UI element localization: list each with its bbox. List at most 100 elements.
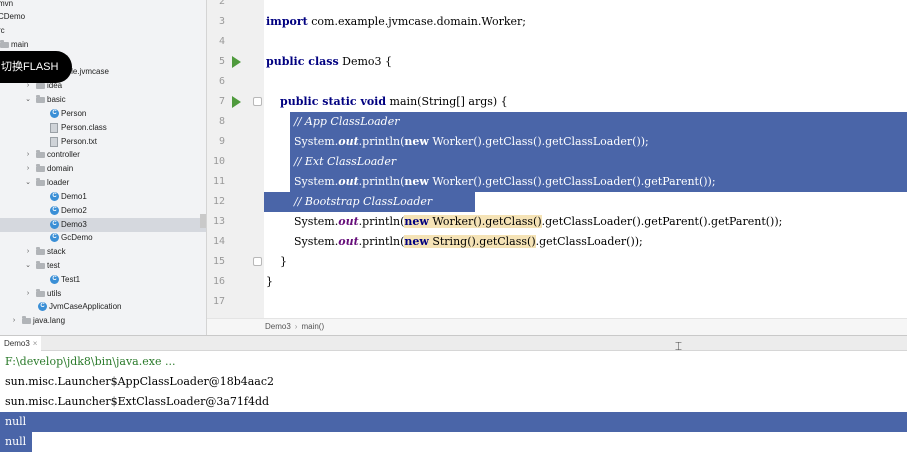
code-line[interactable]: // Bootstrap ClassLoader xyxy=(266,192,432,212)
chevron-down-icon[interactable]: ⌄ xyxy=(24,93,32,107)
tree-item[interactable]: ⌄ test xyxy=(0,259,206,273)
tree-item[interactable]: › stack xyxy=(0,245,206,259)
code-token: com.example.jvmcase.domain.Worker; xyxy=(307,15,526,28)
tree-item-label: loader xyxy=(47,178,70,187)
chevron-right-icon[interactable]: › xyxy=(24,287,32,301)
java-class-icon: C xyxy=(50,275,59,284)
line-number: 16 xyxy=(212,276,225,287)
chevron-right-icon[interactable]: › xyxy=(24,148,32,162)
code-line[interactable]: // Ext ClassLoader xyxy=(266,152,396,172)
line-number: 4 xyxy=(218,36,225,47)
tree-item[interactable]: C Demo2 xyxy=(0,204,206,218)
run-tab-bar: Demo3 × xyxy=(0,335,907,351)
breadcrumb: Demo3 › main() xyxy=(207,318,907,335)
run-tab-label: Demo3 xyxy=(4,339,30,348)
tree-item[interactable]: ⌄ loader xyxy=(0,176,206,190)
keyword-token: new xyxy=(404,235,429,248)
tree-item-label: Demo1 xyxy=(61,192,87,201)
folder-icon xyxy=(36,178,45,186)
code-token: .getClassLoader().getParent().getParent(… xyxy=(541,215,783,228)
code-line[interactable]: import com.example.jvmcase.domain.Worker… xyxy=(266,12,526,32)
keyword-token: new xyxy=(404,215,429,228)
code-line[interactable]: public class Demo3 { xyxy=(266,52,392,72)
console-line: sun.misc.Launcher$ExtClassLoader@3a71f4d… xyxy=(5,395,270,408)
tree-item[interactable]: C Demo1 xyxy=(0,190,206,204)
line-number: 12 xyxy=(212,196,225,207)
tree-item[interactable]: › controller xyxy=(0,148,206,162)
breadcrumb-method[interactable]: main() xyxy=(301,322,324,331)
chevron-right-icon[interactable]: › xyxy=(24,162,32,176)
tree-item[interactable]: main xyxy=(0,38,206,52)
folder-icon xyxy=(0,40,9,48)
line-number: 5 xyxy=(218,56,225,67)
run-gutter-icon[interactable] xyxy=(232,56,241,68)
line-number: 3 xyxy=(218,16,225,27)
comment-token: // Bootstrap ClassLoader xyxy=(293,195,433,208)
tree-item[interactable]: C GcDemo xyxy=(0,231,206,245)
file-icon xyxy=(50,137,58,147)
tree-item[interactable]: ⌄ basic xyxy=(0,93,206,107)
run-tab-demo3[interactable]: Demo3 × xyxy=(0,336,42,351)
tree-item[interactable]: rc xyxy=(0,24,206,38)
folder-icon xyxy=(22,316,31,324)
code-token: Worker().getClass() xyxy=(428,215,542,228)
tree-item[interactable]: Person.txt xyxy=(0,135,206,149)
keyword-token: new xyxy=(404,135,429,148)
comment-token: // App ClassLoader xyxy=(293,115,400,128)
keyword-token: import xyxy=(266,15,308,28)
tree-item[interactable]: › domain xyxy=(0,162,206,176)
line-number: 6 xyxy=(218,76,225,87)
console-line: null xyxy=(0,432,32,452)
chevron-down-icon[interactable]: ⌄ xyxy=(24,176,32,190)
tree-item[interactable]: Person.class xyxy=(0,121,206,135)
code-editor[interactable]: import com.example.jvmcase.domain.Worker… xyxy=(264,0,907,318)
tree-item-label: Demo3 xyxy=(61,220,87,229)
close-icon[interactable]: × xyxy=(33,339,38,348)
code-token: Worker().getClass().getClassLoader()); xyxy=(428,135,649,148)
line-number: 10 xyxy=(212,156,225,167)
chevron-down-icon[interactable]: ⌄ xyxy=(24,259,32,273)
line-number: 17 xyxy=(212,296,225,307)
code-line[interactable]: System.out.println(new Worker().getClass… xyxy=(266,212,782,232)
run-console[interactable]: F:\develop\jdk8\bin\java.exe ... sun.misc… xyxy=(0,351,907,460)
flash-switch-badge[interactable]: 切换FLASH xyxy=(0,51,72,83)
tree-item[interactable]: C JvmCaseApplication xyxy=(0,300,206,314)
code-line[interactable]: } xyxy=(266,252,287,272)
fold-marker-icon[interactable] xyxy=(253,97,262,106)
chevron-right-icon[interactable]: › xyxy=(10,314,18,328)
code-line[interactable]: } xyxy=(266,272,273,292)
folder-icon xyxy=(36,261,45,269)
code-token: String().getClass() xyxy=(428,235,536,248)
code-line[interactable]: // App ClassLoader xyxy=(266,112,400,132)
tree-item-label: Person.class xyxy=(61,123,107,132)
java-class-icon: C xyxy=(50,109,59,118)
java-class-icon: C xyxy=(50,192,59,201)
breadcrumb-separator-icon: › xyxy=(294,322,298,331)
code-line[interactable]: System.out.println(new Worker().getClass… xyxy=(266,172,716,192)
code-token: System. xyxy=(266,135,339,148)
line-number: 14 xyxy=(212,236,225,247)
code-line[interactable]: System.out.println(new Worker().getClass… xyxy=(266,132,649,152)
breadcrumb-class[interactable]: Demo3 xyxy=(265,322,291,331)
tree-item-label: test xyxy=(47,261,60,270)
folder-icon xyxy=(36,289,45,297)
line-number: 2 xyxy=(218,0,225,7)
tree-item-label: domain xyxy=(47,164,74,173)
tree-item[interactable]: C Demo3 xyxy=(0,218,206,232)
line-number: 15 xyxy=(212,256,225,267)
fold-marker-icon[interactable] xyxy=(253,257,262,266)
tree-item[interactable]: › utils xyxy=(0,287,206,301)
run-gutter-icon[interactable] xyxy=(232,96,241,108)
tree-scrollbar[interactable] xyxy=(200,214,206,228)
code-line[interactable]: public static void main(String[] args) { xyxy=(266,92,508,112)
console-line: F:\develop\jdk8\bin\java.exe ... xyxy=(5,355,176,368)
java-class-icon: C xyxy=(50,206,59,215)
tree-item[interactable]: C Test1 xyxy=(0,273,206,287)
code-line[interactable]: System.out.println(new String().getClass… xyxy=(266,232,643,252)
chevron-right-icon[interactable]: › xyxy=(24,245,32,259)
tree-item[interactable]: › java.lang xyxy=(0,314,206,328)
tree-item[interactable]: CDemo xyxy=(0,10,206,24)
tree-item[interactable]: C Person xyxy=(0,107,206,121)
